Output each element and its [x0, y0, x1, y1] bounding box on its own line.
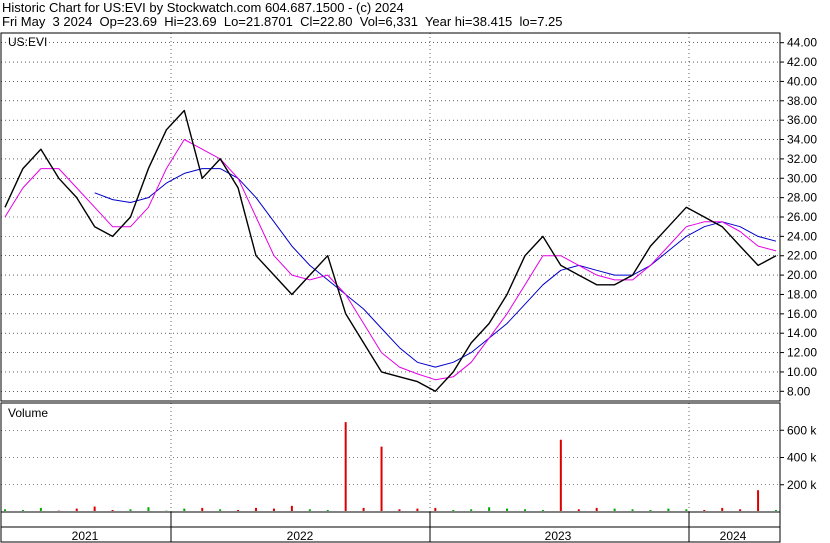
volume-tick-label: 400 k [787, 451, 817, 465]
long-moving-average-line [94, 168, 777, 368]
price-tick-label: 44.00 [787, 36, 817, 50]
price-tick-label: 22.00 [787, 249, 817, 263]
price-tick-label: 16.00 [787, 307, 817, 321]
price-chart-title: US:EVI [8, 35, 47, 49]
price-tick-label: 20.00 [787, 268, 817, 282]
volume-tick-label: 200 k [787, 478, 817, 492]
price-tick-label: 24.00 [787, 229, 817, 243]
price-tick-label: 34.00 [787, 133, 817, 147]
year-label: 2021 [72, 529, 99, 543]
volume-tick-label: 600 k [787, 423, 817, 437]
stock-chart: US:EVI Volume 44.00 42.00 40.00 38.00 36.00 3… [0, 32, 817, 543]
price-tick-label: 40.00 [787, 74, 817, 88]
price-tick-label: 26.00 [787, 210, 817, 224]
volume-chart-title: Volume [8, 406, 48, 420]
price-line [4, 109, 777, 392]
price-tick-label: 28.00 [787, 191, 817, 205]
price-tick-label: 42.00 [787, 55, 817, 69]
year-label: 2024 [720, 529, 747, 543]
price-tick-label: 14.00 [787, 326, 817, 340]
year-label: 2023 [545, 529, 572, 543]
price-tick-label: 32.00 [787, 152, 817, 166]
short-moving-average-line [4, 139, 777, 381]
price-tick-label: 8.00 [787, 384, 811, 398]
price-tick-label: 18.00 [787, 287, 817, 301]
price-tick-label: 36.00 [787, 113, 817, 127]
price-tick-label: 30.00 [787, 171, 817, 185]
price-tick-label: 38.00 [787, 94, 817, 108]
price-tick-label: 12.00 [787, 346, 817, 360]
price-tick-label: 10.00 [787, 365, 817, 379]
year-label: 2022 [287, 529, 314, 543]
